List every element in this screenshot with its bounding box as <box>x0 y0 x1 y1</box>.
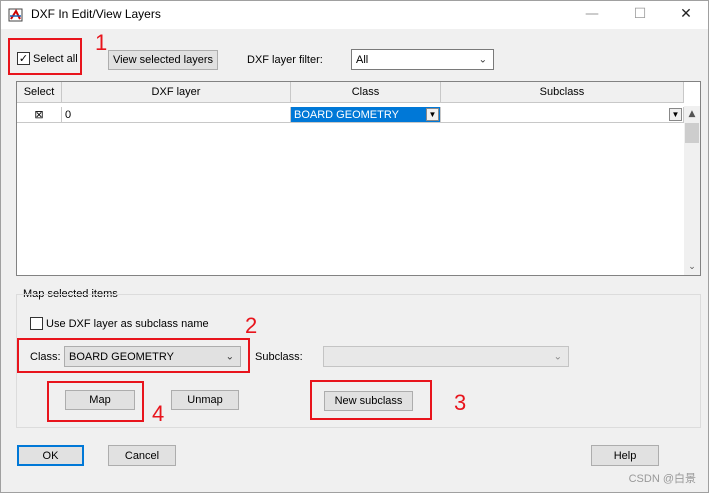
watermark: CSDN @白景 <box>628 473 696 485</box>
column-header-select[interactable]: Select <box>17 82 62 103</box>
row-subclass-select[interactable]: ▼ <box>441 107 684 123</box>
row-dxf-layer[interactable]: 0 <box>62 107 291 123</box>
help-button[interactable]: Help <box>591 445 659 466</box>
layers-grid: Select DXF layer Class Subclass ⊠ 0 BOAR… <box>16 81 701 276</box>
row-class-select[interactable]: BOARD GEOMETRY ▼ <box>291 107 441 123</box>
unmap-button[interactable]: Unmap <box>171 390 239 410</box>
use-dxf-layer-label: Use DXF layer as subclass name <box>46 318 209 330</box>
app-icon <box>8 8 23 22</box>
annotation-box-4 <box>47 381 144 422</box>
window-title: DXF In Edit/View Layers <box>31 7 161 21</box>
ok-button[interactable]: OK <box>17 445 84 466</box>
close-button[interactable]: ✕ <box>666 3 706 27</box>
scroll-down-icon[interactable]: ⌄ <box>684 259 700 275</box>
title-bar: DXF In Edit/View Layers — ☐ ✕ <box>1 1 708 29</box>
chevron-down-icon: ⌄ <box>553 351 562 362</box>
subclass-label: Subclass: <box>255 351 303 363</box>
grid-vertical-scrollbar[interactable]: ▲ ⌄ <box>684 106 700 275</box>
dxf-layer-filter-select[interactable]: All ⌄ <box>351 49 494 70</box>
maximize-button[interactable]: ☐ <box>620 3 660 27</box>
dxf-layer-filter-value: All <box>356 53 369 66</box>
annotation-box-1 <box>8 38 82 75</box>
scroll-up-icon[interactable]: ▲ <box>684 106 700 122</box>
column-header-dxf-layer[interactable]: DXF layer <box>62 82 291 103</box>
dropdown-arrow-icon[interactable]: ▼ <box>669 108 682 121</box>
use-dxf-layer-checkbox[interactable] <box>30 317 43 330</box>
column-header-class[interactable]: Class <box>291 82 441 103</box>
scroll-thumb[interactable] <box>685 123 699 143</box>
dxf-layer-filter-label: DXF layer filter: <box>247 54 323 66</box>
annotation-number-2: 2 <box>245 313 258 338</box>
cancel-button[interactable]: Cancel <box>108 445 176 466</box>
dropdown-arrow-icon[interactable]: ▼ <box>426 108 439 121</box>
annotation-number-1: 1 <box>95 30 108 55</box>
row-select-checkbox[interactable]: ⊠ <box>17 107 62 123</box>
annotation-number-4: 4 <box>152 401 165 426</box>
subclass-select[interactable]: ⌄ <box>323 346 569 367</box>
row-class-value: BOARD GEOMETRY <box>294 108 399 121</box>
minimize-button[interactable]: — <box>572 3 612 27</box>
column-header-subclass[interactable]: Subclass <box>441 82 684 103</box>
chevron-down-icon: ⌄ <box>478 54 487 65</box>
annotation-box-2 <box>17 338 250 373</box>
annotation-box-3 <box>310 380 432 420</box>
annotation-number-3: 3 <box>454 390 467 415</box>
view-selected-layers-button[interactable]: View selected layers <box>108 50 218 70</box>
dxf-layers-dialog: DXF In Edit/View Layers — ☐ ✕ ✓ Select a… <box>0 0 709 493</box>
